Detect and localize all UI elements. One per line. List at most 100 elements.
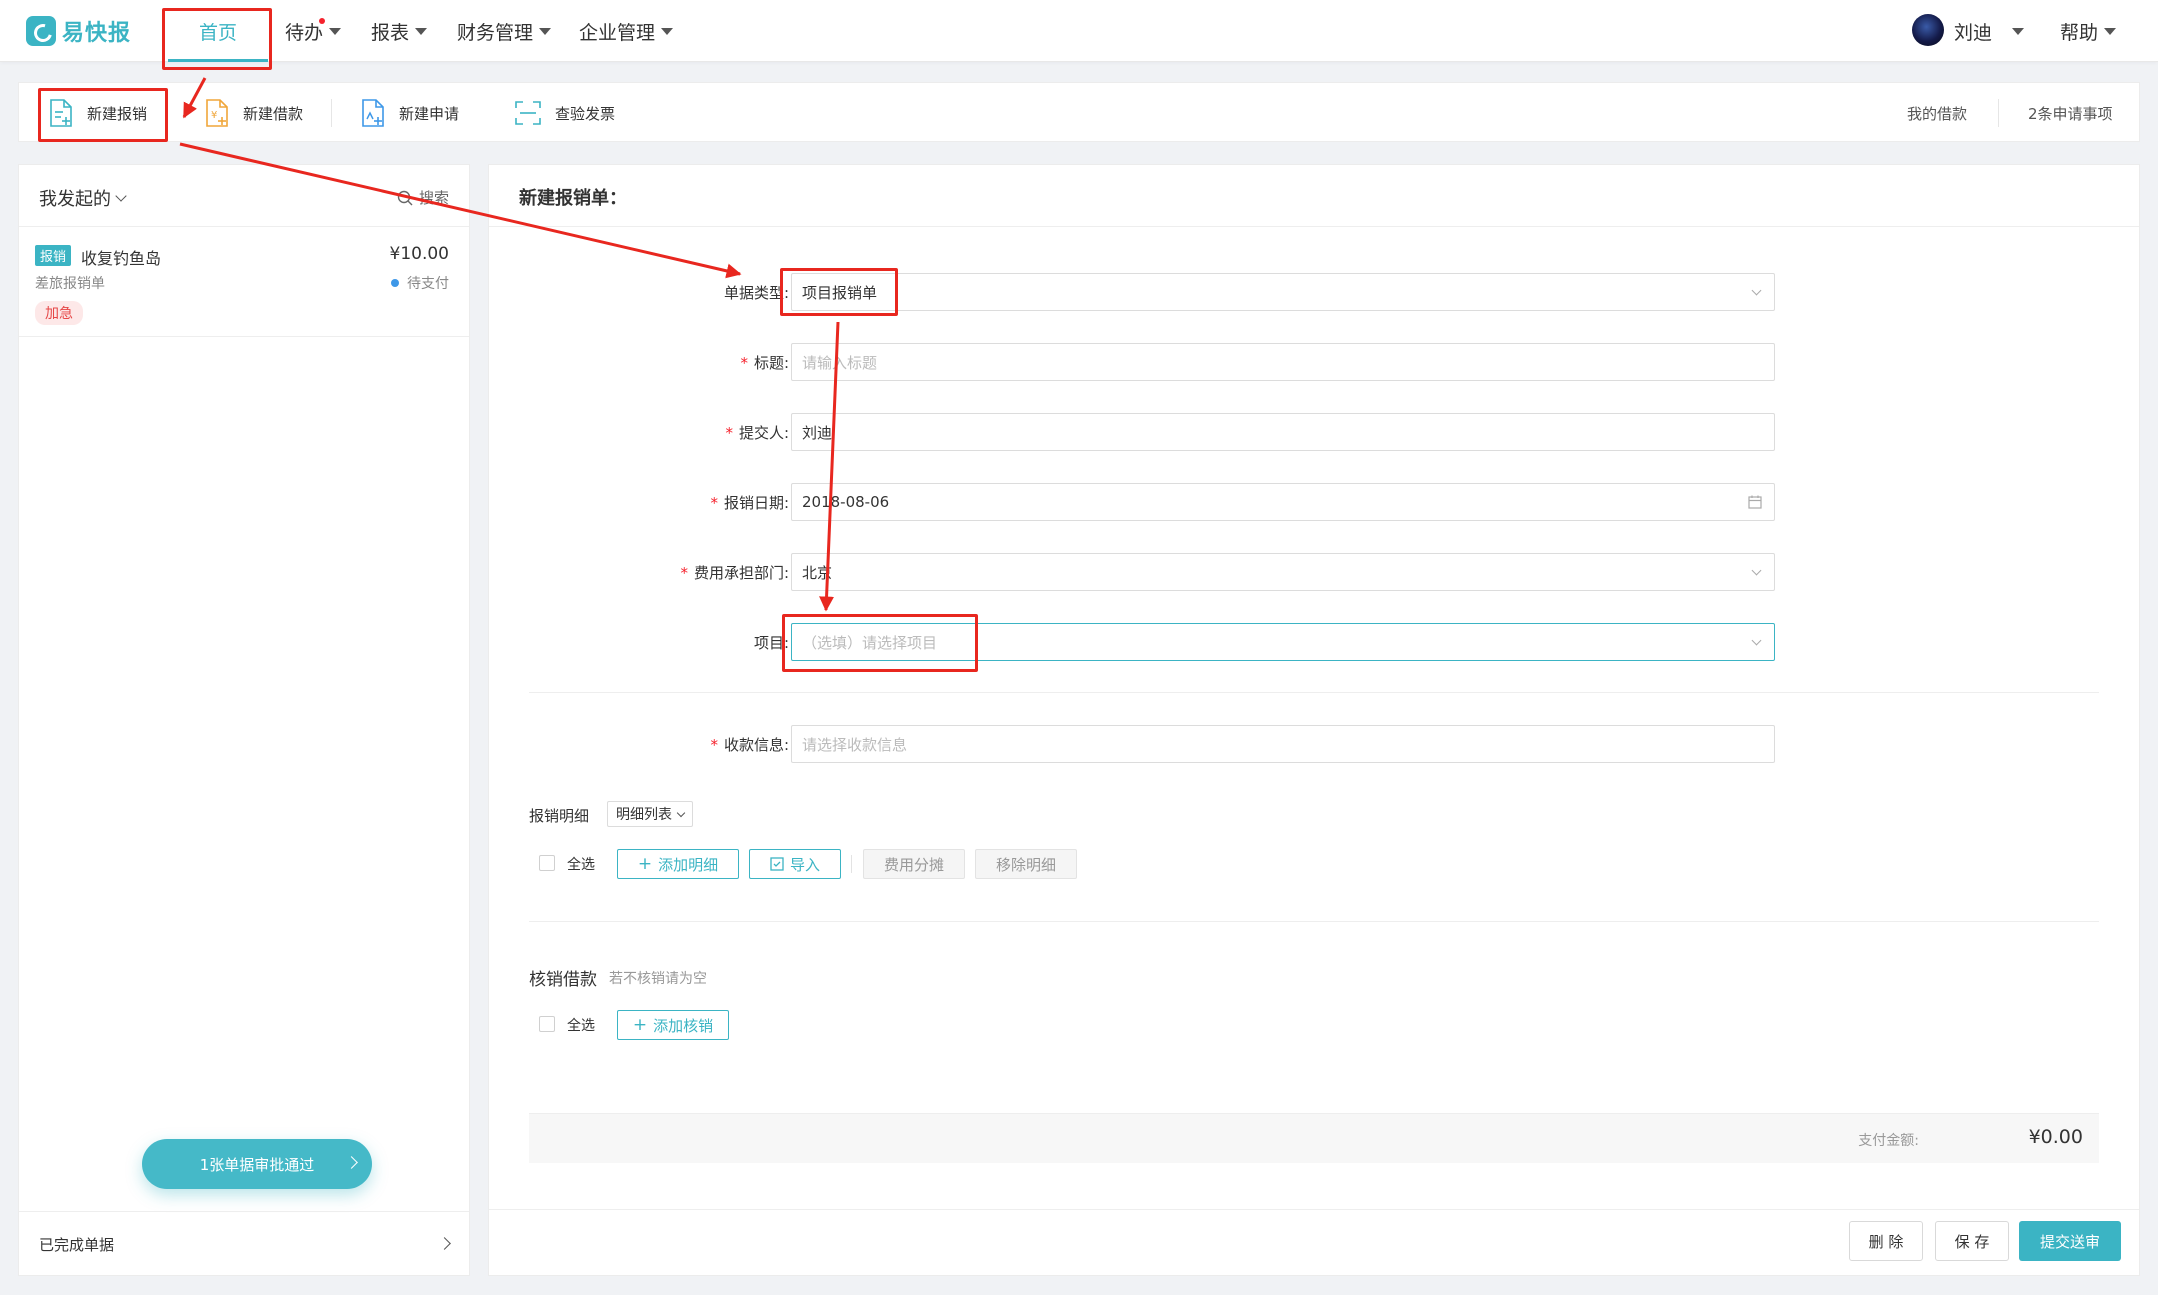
calendar-icon bbox=[1748, 495, 1762, 509]
payee-select[interactable]: 请选择收款信息 bbox=[791, 725, 1775, 763]
approved-notice-label: 1张单据审批通过 bbox=[199, 1155, 315, 1174]
save-button[interactable]: 保 存 bbox=[1935, 1221, 2009, 1261]
status-badge: 待支付 bbox=[391, 273, 449, 293]
top-nav: 易快报 首页 待办 报表 财务管理 企业管理 刘迪 帮助 bbox=[0, 0, 2158, 62]
date-value: 2018-08-06 bbox=[802, 493, 890, 511]
details-view-select[interactable]: 明细列表 bbox=[607, 801, 693, 827]
project-select[interactable]: （选填）请选择项目 bbox=[791, 623, 1775, 661]
nav-finance-label: 财务管理 bbox=[457, 21, 534, 44]
required-mark: * bbox=[680, 564, 688, 582]
caret-down-icon bbox=[539, 27, 552, 35]
form-title: 新建报销单： bbox=[519, 188, 627, 209]
filter-label: 我发起的 bbox=[39, 189, 111, 210]
scan-icon bbox=[515, 101, 541, 125]
payment-summary: 支付金额: ¥0.00 bbox=[529, 1113, 2099, 1163]
select-all-label: 全选 bbox=[567, 857, 595, 873]
title-label-text: 标题: bbox=[753, 354, 789, 372]
select-all-details-checkbox[interactable] bbox=[539, 855, 555, 871]
new-expense-button[interactable]: 新建报销 bbox=[49, 83, 147, 143]
title-input[interactable]: 请输入标题 bbox=[791, 343, 1775, 381]
doc-type-select[interactable]: 项目报销单 bbox=[791, 273, 1775, 311]
project-label: 项目: bbox=[753, 634, 789, 652]
pay-label: 支付金额: bbox=[1858, 1133, 1919, 1149]
help-menu[interactable]: 帮助 bbox=[2060, 0, 2117, 62]
section-divider bbox=[529, 921, 2099, 922]
nav-reports[interactable]: 报表 bbox=[371, 0, 428, 62]
avatar[interactable] bbox=[1912, 14, 1944, 46]
select-all-label: 全选 bbox=[567, 1018, 595, 1034]
expense-form-panel: 新建报销单： 单据类型: 项目报销单 * 标题: 请输入标题 * 提交人: 刘迪 *… bbox=[488, 164, 2140, 1276]
nav-enterprise[interactable]: 企业管理 bbox=[579, 0, 674, 62]
check-invoice-button[interactable]: 查验发票 bbox=[515, 83, 615, 143]
chevron-down-icon bbox=[1751, 635, 1762, 646]
plus-icon: + bbox=[637, 854, 653, 874]
logo-icon bbox=[26, 16, 56, 46]
submitter-label-text: 提交人: bbox=[738, 424, 789, 442]
filter-dropdown[interactable]: 我发起的 bbox=[39, 185, 127, 211]
doc-type-value: 项目报销单 bbox=[802, 283, 878, 302]
import-button[interactable]: 导入 bbox=[749, 849, 841, 879]
chevron-down-icon bbox=[1751, 565, 1762, 576]
approved-notice-button[interactable]: 1张单据审批通过 bbox=[142, 1139, 372, 1189]
nav-finance[interactable]: 财务管理 bbox=[457, 0, 552, 62]
list-item[interactable]: 报销 收复钓鱼岛 ¥10.00 差旅报销单 待支付 加急 bbox=[19, 227, 469, 337]
my-loans-link[interactable]: 我的借款 bbox=[1907, 83, 1967, 143]
doc-type-label: 单据类型: bbox=[723, 284, 789, 302]
search-button[interactable]: 搜索 bbox=[397, 187, 449, 208]
offset-hint: 若不核销请为空 bbox=[609, 971, 707, 987]
add-offset-label: 添加核销 bbox=[653, 1016, 714, 1035]
section-divider bbox=[529, 692, 2099, 693]
add-offset-button[interactable]: + 添加核销 bbox=[617, 1010, 729, 1040]
date-picker[interactable]: 2018-08-06 bbox=[791, 483, 1775, 521]
help-label: 帮助 bbox=[2060, 21, 2099, 44]
submitter-input[interactable]: 刘迪 bbox=[791, 413, 1775, 451]
dept-select[interactable]: 北京 bbox=[791, 553, 1775, 591]
new-loan-button[interactable]: ¥ 新建借款 bbox=[205, 83, 303, 143]
add-detail-label: 添加明细 bbox=[658, 855, 719, 874]
required-mark: * bbox=[740, 354, 748, 372]
chevron-right-icon bbox=[438, 1237, 451, 1250]
date-label: * 报销日期: bbox=[489, 492, 789, 513]
request-doc-icon bbox=[362, 99, 384, 127]
form-footer: 删 除 保 存 提交送审 bbox=[489, 1209, 2139, 1275]
notification-dot bbox=[319, 18, 325, 24]
split-cost-button[interactable]: 费用分摊 bbox=[863, 849, 965, 879]
app-logo[interactable]: 易快报 bbox=[26, 16, 131, 46]
form-header: 新建报销单： bbox=[489, 165, 2139, 227]
dept-label: * 费用承担部门: bbox=[489, 562, 789, 583]
new-loan-label: 新建借款 bbox=[243, 104, 304, 123]
submit-button[interactable]: 提交送审 bbox=[2019, 1221, 2121, 1261]
import-check-icon bbox=[770, 857, 784, 871]
nav-home[interactable]: 首页 bbox=[168, 0, 268, 62]
item-type: 差旅报销单 bbox=[35, 276, 105, 292]
add-detail-button[interactable]: + 添加明细 bbox=[617, 849, 739, 879]
remove-detail-button[interactable]: 移除明细 bbox=[975, 849, 1077, 879]
user-menu[interactable]: 刘迪 bbox=[1954, 0, 2025, 62]
document-list-panel: 我发起的 搜索 报销 收复钓鱼岛 ¥10.00 差旅报销单 待支付 加急 1张单… bbox=[18, 164, 470, 1276]
date-label-text: 报销日期: bbox=[723, 494, 789, 512]
delete-button[interactable]: 删 除 bbox=[1849, 1221, 1923, 1261]
offset-section-label: 核销借款 bbox=[529, 970, 597, 990]
urgent-tag: 加急 bbox=[35, 301, 83, 325]
status-dot bbox=[391, 279, 399, 287]
type-tag: 报销 bbox=[35, 245, 72, 266]
dept-value: 北京 bbox=[802, 563, 833, 582]
new-request-button[interactable]: 新建申请 bbox=[361, 83, 459, 143]
caret-down-icon bbox=[415, 27, 428, 35]
pending-requests-link[interactable]: 2条申请事项 bbox=[2028, 83, 2113, 143]
svg-text:¥: ¥ bbox=[211, 110, 217, 121]
payee-label: * 收款信息: bbox=[489, 734, 789, 755]
search-label: 搜索 bbox=[418, 189, 449, 207]
action-toolbar: 新建报销 ¥ 新建借款 新建申请 查验发票 我的借款 2条申请事项 bbox=[18, 82, 2140, 142]
nav-enterprise-label: 企业管理 bbox=[579, 21, 656, 44]
caret-down-icon bbox=[329, 27, 342, 35]
nav-todo[interactable]: 待办 bbox=[285, 0, 342, 62]
caret-down-icon bbox=[661, 27, 674, 35]
plus-icon: + bbox=[632, 1015, 648, 1035]
completed-docs-link[interactable]: 已完成单据 bbox=[19, 1211, 469, 1275]
logo-text: 易快报 bbox=[62, 21, 132, 46]
item-amount: ¥10.00 bbox=[389, 244, 449, 264]
caret-down-icon bbox=[2104, 27, 2117, 35]
select-all-offset-checkbox[interactable] bbox=[539, 1016, 555, 1032]
toolbar-divider bbox=[331, 99, 332, 127]
